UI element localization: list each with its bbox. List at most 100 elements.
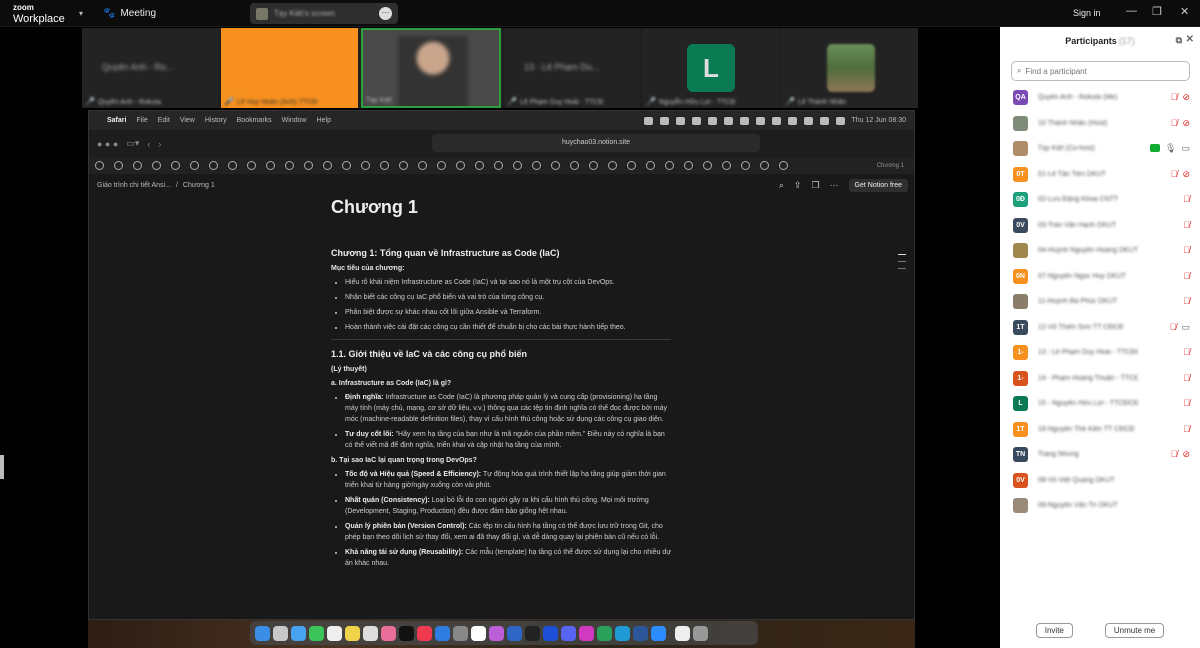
document-icon[interactable]	[675, 625, 690, 641]
participant-row[interactable]: 0T 01-Lê Tấn Tiến DKUT 🎙̸ ⊘	[1000, 162, 1200, 188]
menu-help[interactable]: Help	[317, 117, 331, 124]
favorite-icon[interactable]	[513, 161, 522, 170]
participant-row[interactable]: 0N 07-Nguyễn Ngọc Huy DKUT 🎙̸	[1000, 264, 1200, 290]
participant-row[interactable]: 04-Huỳnh Nguyễn Hoàng DKUT 🎙̸	[1000, 238, 1200, 264]
breadcrumb-parent[interactable]: Giáo trình chi tiết Ansi...	[97, 182, 171, 189]
menu-edit[interactable]: Edit	[158, 117, 170, 124]
app-icon[interactable]	[489, 625, 504, 641]
favorite-icon[interactable]	[399, 161, 408, 170]
video-icon[interactable]: ▭	[1181, 322, 1190, 333]
favorite-icon[interactable]	[133, 161, 142, 170]
favorite-icon[interactable]	[494, 161, 503, 170]
menu-window[interactable]: Window	[282, 117, 307, 124]
table-of-contents-marker[interactable]	[898, 254, 906, 275]
music-icon[interactable]	[417, 625, 432, 641]
favorite-icon[interactable]	[323, 161, 332, 170]
favorite-icon[interactable]	[342, 161, 351, 170]
participant-row[interactable]: 09-Nguyễn Văn Trí DKUT	[1000, 493, 1200, 519]
favorite-icon[interactable]	[247, 161, 256, 170]
favorite-icon[interactable]	[570, 161, 579, 170]
sign-in-link[interactable]: Sign in	[1073, 8, 1101, 18]
menu-file[interactable]: File	[136, 117, 147, 124]
status-icon[interactable]	[643, 116, 653, 125]
favorite-icon[interactable]	[152, 161, 161, 170]
duplicate-icon[interactable]: ❐	[811, 180, 819, 191]
favorite-icon[interactable]	[190, 161, 199, 170]
muted-mic-icon[interactable]: 🎙̸	[1183, 296, 1190, 306]
address-bar[interactable]: huychao03.notion.site	[432, 134, 760, 152]
video-off-icon[interactable]: ⊘	[1182, 118, 1190, 129]
favorite-icon[interactable]	[703, 161, 712, 170]
muted-mic-icon[interactable]: 🎙̸	[1171, 169, 1178, 180]
favorite-icon[interactable]	[779, 161, 788, 170]
participant-row[interactable]: 1- 14 - Phạm Hoàng Thuận - TTCĐCĐ 🎙̸	[1000, 366, 1200, 392]
status-icon[interactable]	[691, 116, 701, 125]
restore-icon[interactable]: ❐	[1152, 5, 1162, 18]
discord-icon[interactable]	[561, 625, 576, 641]
muted-mic-icon[interactable]: 🎙̸	[1171, 118, 1178, 129]
status-icon[interactable]	[659, 116, 669, 125]
favorite-icon[interactable]	[361, 161, 370, 170]
muted-mic-icon[interactable]: 🎙̸	[1183, 271, 1190, 281]
favorite-icon[interactable]	[475, 161, 484, 170]
close-icon[interactable]: ✕	[1186, 34, 1194, 45]
invite-button[interactable]: Invite	[1035, 623, 1073, 638]
unmute-me-button[interactable]: Unmute me	[1104, 623, 1165, 638]
zoom-icon[interactable]	[651, 625, 666, 641]
more-icon[interactable]: ···	[830, 180, 839, 190]
favorite-icon[interactable]	[228, 161, 237, 170]
favorite-icon[interactable]	[418, 161, 427, 170]
video-off-icon[interactable]: ⊘	[1182, 169, 1190, 180]
input-source-icon[interactable]	[819, 116, 829, 125]
calendar-icon[interactable]	[327, 625, 342, 641]
participant-row[interactable]: Tạy Kiệt (Co-host) 🎙 ▭	[1000, 136, 1200, 162]
favorite-icon[interactable]	[627, 161, 636, 170]
chrome-icon[interactable]	[471, 625, 486, 641]
participant-search[interactable]: ⌕	[1011, 61, 1190, 81]
word-icon[interactable]	[633, 625, 648, 641]
participant-row[interactable]: 0V 08-Võ Việt Quang DKUT	[1000, 468, 1200, 494]
safari-icon[interactable]	[291, 625, 306, 641]
favorite-icon[interactable]	[171, 161, 180, 170]
video-tile-5[interactable]: L 🎤 Nguyễn Hữu Lợi - TTCĐ	[643, 28, 779, 108]
favorite-icon[interactable]	[456, 161, 465, 170]
trash-icon[interactable]	[693, 625, 708, 641]
favorite-icon[interactable]	[285, 161, 294, 170]
excel-icon[interactable]	[597, 625, 612, 641]
messages-icon[interactable]	[309, 625, 324, 641]
app-icon[interactable]	[543, 625, 558, 641]
sidebar-icon[interactable]: ▭▾	[126, 138, 139, 149]
clock[interactable]: Thu 12 Jun 08:30	[852, 117, 907, 124]
close-icon[interactable]: ✕	[1180, 5, 1189, 18]
popout-icon[interactable]: ⧉	[1176, 35, 1182, 46]
favorite-icon[interactable]	[608, 161, 617, 170]
tv-icon[interactable]	[399, 625, 414, 641]
status-icon[interactable]	[675, 116, 685, 125]
menu-view[interactable]: View	[180, 117, 195, 124]
participant-row[interactable]: QA Quyên Anh - Rokuta (Me) 🎙̸ ⊘	[1000, 85, 1200, 111]
back-icon[interactable]: ‹	[147, 139, 150, 149]
muted-mic-icon[interactable]: 🎙̸	[1171, 92, 1178, 103]
tab-chuong-1[interactable]: Chương 1	[877, 163, 914, 169]
favorite-icon[interactable]	[266, 161, 275, 170]
traffic-lights[interactable]: ● ● ●	[97, 139, 118, 149]
photos-icon[interactable]	[381, 625, 396, 641]
muted-mic-icon[interactable]: 🎙̸	[1183, 220, 1190, 230]
forward-icon[interactable]: ›	[158, 139, 161, 149]
get-notion-free-button[interactable]: Get Notion free	[848, 178, 908, 192]
breadcrumb-current[interactable]: Chương 1	[183, 182, 215, 189]
video-tile-1[interactable]: Quyên Anh - Ro... 🎤 Quyên Anh - Rokuta	[82, 28, 218, 108]
participant-row[interactable]: 1- 13 - Lê Phạm Duy Hoài - TTCĐCĐ 🎙̸	[1000, 340, 1200, 366]
mic-icon[interactable]: 🎙	[1165, 143, 1176, 154]
control-center-icon[interactable]	[835, 116, 845, 125]
status-icon[interactable]	[739, 116, 749, 125]
cloud-icon[interactable]	[723, 116, 733, 125]
favorite-icon[interactable]	[741, 161, 750, 170]
favorite-icon[interactable]	[760, 161, 769, 170]
favorite-icon[interactable]	[684, 161, 693, 170]
muted-mic-icon[interactable]: 🎙̸	[1183, 245, 1190, 255]
meeting-menu[interactable]: 🐾 Meeting	[103, 8, 156, 19]
favorite-icon[interactable]	[209, 161, 218, 170]
participant-row[interactable]: 1T 16-Nguyễn Thế Kiên TT CĐCĐ 🎙̸	[1000, 417, 1200, 443]
muted-mic-icon[interactable]: 🎙̸	[1183, 424, 1190, 434]
